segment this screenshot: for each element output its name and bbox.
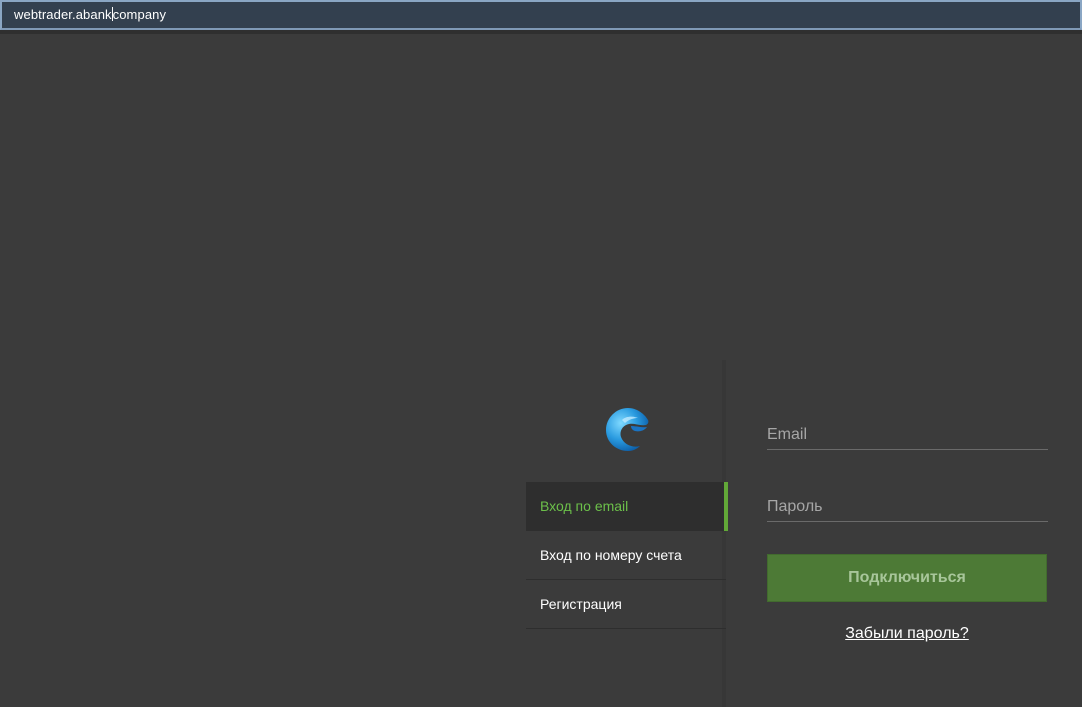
address-url-host: webtrader.abank (14, 7, 112, 22)
tab-login-account-number[interactable]: Вход по номеру счета (526, 531, 726, 580)
tab-registration[interactable]: Регистрация (526, 580, 726, 629)
abank-logo-icon (602, 404, 652, 454)
connect-button[interactable]: Подключиться (767, 554, 1047, 602)
forgot-password-link[interactable]: Забыли пароль? (767, 625, 1047, 643)
address-bar[interactable]: webtrader.abankcompany (0, 0, 1082, 30)
email-field[interactable] (767, 420, 1048, 450)
tab-login-email[interactable]: Вход по email (526, 482, 728, 531)
address-url-tld: company (112, 7, 167, 22)
password-field[interactable] (767, 492, 1048, 522)
address-url[interactable]: webtrader.abankcompany (14, 7, 166, 22)
